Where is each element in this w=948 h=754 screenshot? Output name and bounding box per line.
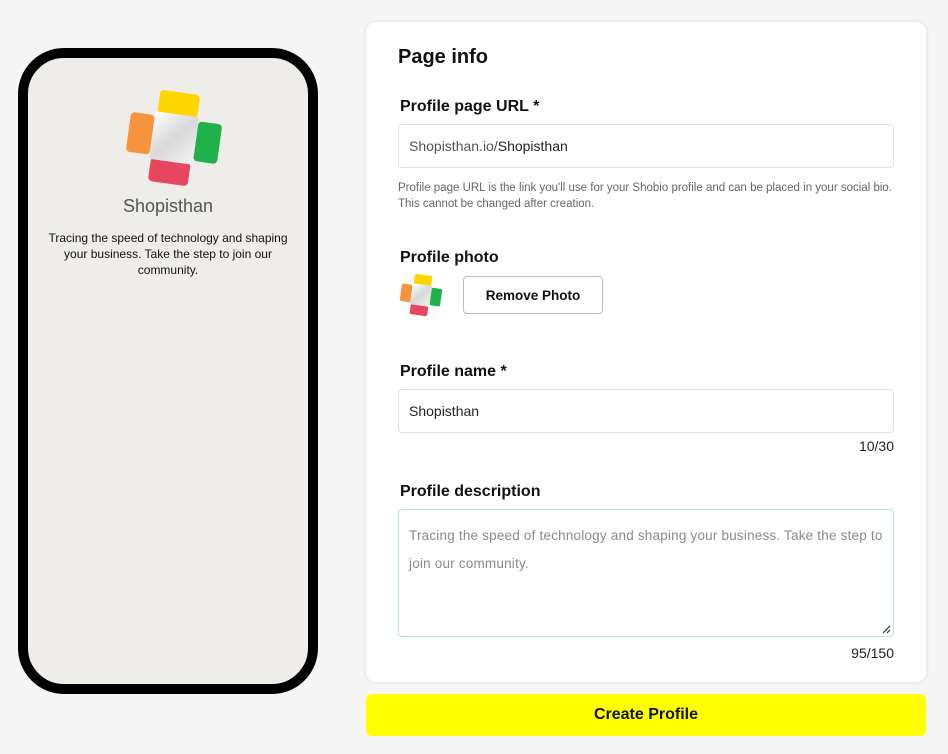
profile-name-label: Profile name * (400, 363, 507, 380)
profile-name-input[interactable]: Shopisthan (398, 389, 894, 433)
profile-photo-label: Profile photo (400, 249, 499, 266)
url-value: Shopisthan (497, 138, 568, 154)
create-profile-button[interactable]: Create Profile (366, 694, 926, 736)
shopisthan-logo-icon (126, 90, 222, 186)
profile-description-textarea[interactable]: Tracing the speed of technology and shap… (398, 509, 894, 637)
profile-description-label: Profile description (400, 483, 541, 500)
preview-profile-name: Shopisthan (122, 196, 214, 216)
profile-description-value: Tracing the speed of technology and shap… (409, 528, 883, 571)
card-title: Page info (398, 46, 489, 68)
resize-handle-icon[interactable] (881, 624, 891, 634)
phone-preview: Shopisthan Tracing the speed of technolo… (18, 48, 318, 694)
page-info-card: Page info Profile page URL * Shopisthan.… (366, 22, 926, 682)
profile-url-hint: Profile page URL is the link you'll use … (398, 182, 892, 210)
preview-profile-description: Tracing the speed of technology and shap… (48, 231, 288, 277)
remove-photo-button[interactable]: Remove Photo (463, 276, 603, 314)
url-prefix: Shopisthan.io/ (409, 138, 498, 154)
profile-photo-thumbnail (399, 273, 443, 317)
profile-description-counter: 95/150 (851, 645, 894, 661)
profile-url-label: Profile page URL * (400, 98, 540, 115)
profile-name-counter: 10/30 (858, 438, 894, 454)
profile-name-value: Shopisthan (409, 403, 480, 419)
profile-url-input[interactable]: Shopisthan.io/Shopisthan (398, 124, 894, 168)
